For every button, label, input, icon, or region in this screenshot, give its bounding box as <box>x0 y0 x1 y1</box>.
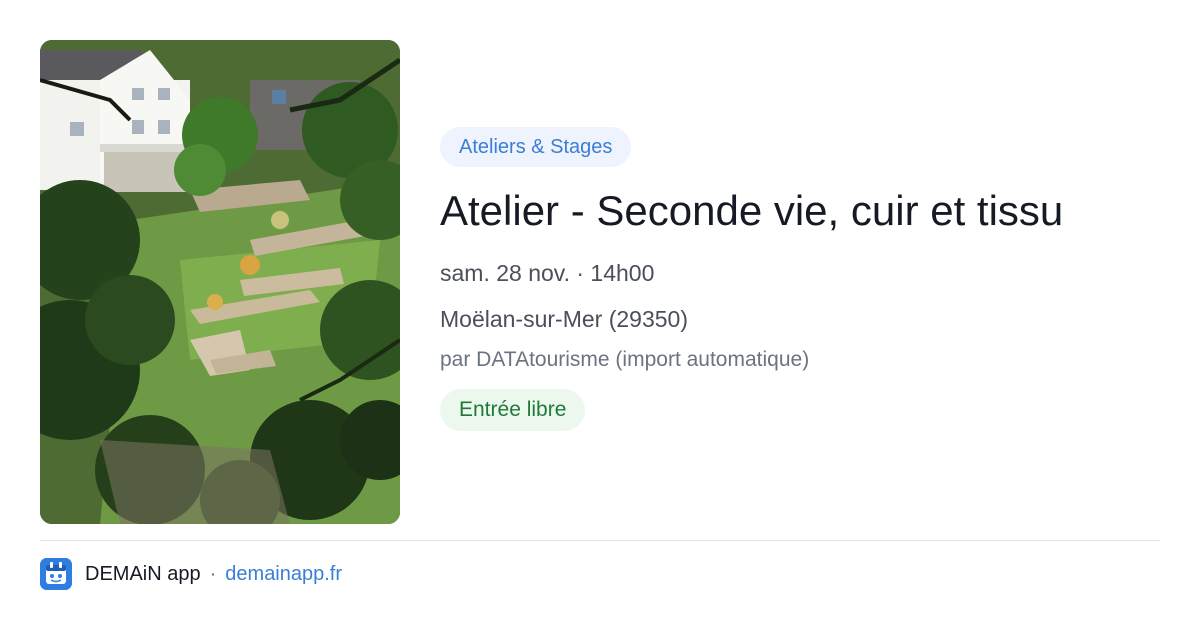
app-domain-link[interactable]: demainapp.fr <box>225 563 342 586</box>
footer-separator: · <box>209 562 217 585</box>
demain-app-logo-icon <box>40 558 72 590</box>
footer: DEMAiN app · demainapp.fr <box>40 557 342 591</box>
event-details: Ateliers & Stages Atelier - Seconde vie,… <box>440 127 1160 431</box>
price-badge: Entrée libre <box>440 389 586 431</box>
app-name: DEMAiN app <box>85 562 201 585</box>
event-datetime: sam. 28 nov. · 14h00 <box>440 260 655 286</box>
category-badge: Ateliers & Stages <box>440 127 632 167</box>
event-photo <box>40 40 400 524</box>
event-organizer: par DATAtourisme (import automatique) <box>440 348 810 371</box>
event-preview-card: Ateliers & Stages Atelier - Seconde vie,… <box>0 0 1200 630</box>
event-location: Moëlan-sur-Mer (29350) <box>440 306 688 332</box>
divider <box>40 540 1160 541</box>
event-title: Atelier - Seconde vie, cuir et tissu <box>440 187 1064 234</box>
